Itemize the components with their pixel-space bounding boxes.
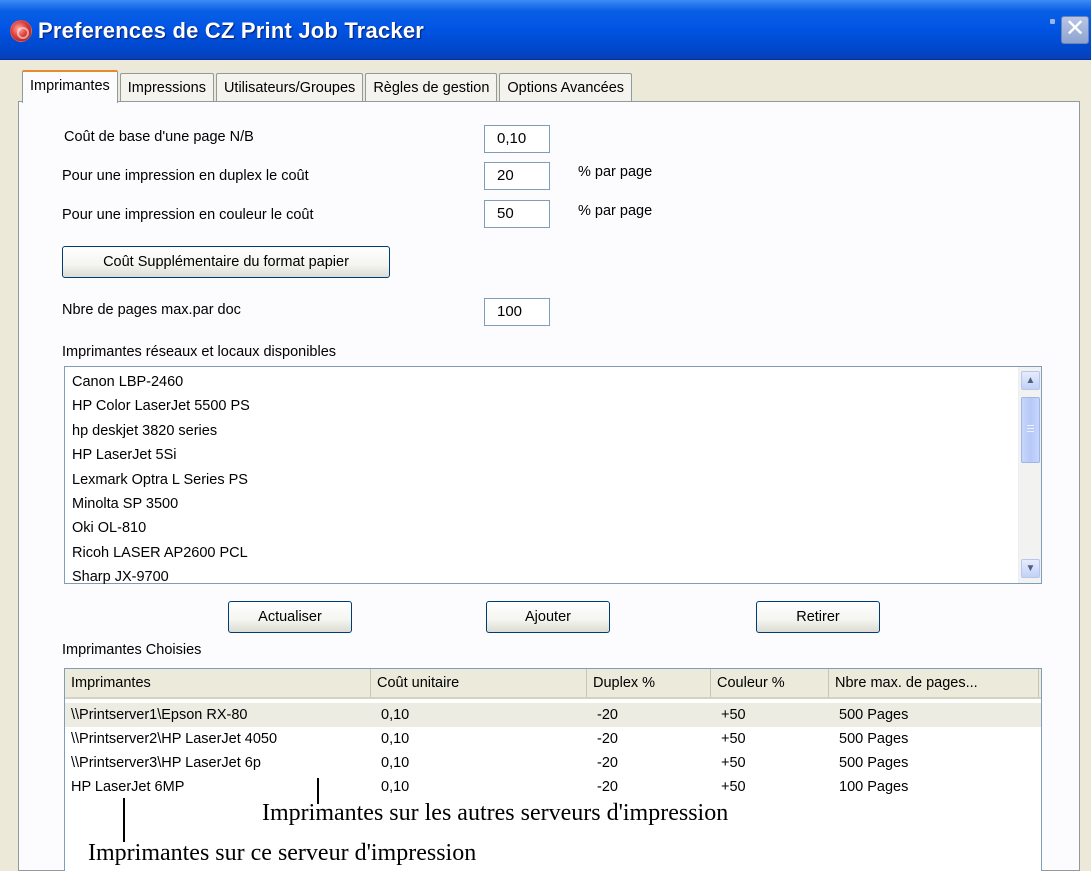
table-row[interactable]: HP LaserJet 6MP 0,10 -20 +50 100 Pages: [65, 775, 1041, 799]
available-printers-list[interactable]: Canon LBP-2460 HP Color LaserJet 5500 PS…: [64, 366, 1042, 585]
duplex-cost-field[interactable]: 20: [484, 162, 550, 190]
color-unit-label: % par page: [578, 203, 653, 219]
duplex-unit-label: % par page: [578, 164, 653, 180]
list-item[interactable]: Minolta SP 3500: [72, 492, 1041, 516]
cell-color: +50: [721, 707, 746, 723]
table-header: Imprimantes Coût unitaire Duplex % Coule…: [65, 669, 1041, 699]
scroll-down-icon[interactable]: ▼: [1021, 559, 1040, 578]
list-item[interactable]: Lexmark Optra L Series PS: [72, 468, 1041, 492]
base-cost-field[interactable]: 0,10: [484, 125, 550, 153]
annotation-other-servers: Imprimantes sur les autres serveurs d'im…: [262, 800, 729, 826]
duplex-cost-label: Pour une impression en duplex le coût: [62, 168, 309, 184]
annotation-this-server: Imprimantes sur ce serveur d'impression: [88, 840, 477, 866]
cell-color: +50: [721, 755, 746, 771]
cell-printer: HP LaserJet 6MP: [71, 779, 185, 795]
tab-utilisateurs-groupes[interactable]: Utilisateurs/Groupes: [215, 73, 364, 103]
table-row[interactable]: \\Printserver3\HP LaserJet 6p 0,10 -20 +…: [65, 751, 1041, 775]
list-item[interactable]: HP Color LaserJet 5500 PS: [72, 394, 1041, 418]
cell-duplex: -20: [597, 731, 618, 747]
scroll-up-icon[interactable]: ▲: [1021, 371, 1040, 390]
cell-printer: \\Printserver1\Epson RX-80: [71, 707, 248, 723]
list-item[interactable]: Sharp JX-9700: [72, 565, 1041, 589]
app-icon: [10, 20, 32, 42]
window-title: Preferences de CZ Print Job Tracker: [38, 18, 425, 43]
cell-max-pages: 500 Pages: [839, 755, 909, 771]
cell-duplex: -20: [597, 707, 618, 723]
refresh-button[interactable]: Actualiser: [228, 601, 352, 633]
column-header-max-pages[interactable]: Nbre max. de pages...: [829, 669, 1039, 697]
cell-unit-cost: 0,10: [381, 731, 410, 747]
table-row[interactable]: \\Printserver1\Epson RX-80 0,10 -20 +50 …: [65, 703, 1041, 727]
vertical-scrollbar[interactable]: ▲ ▼: [1018, 367, 1041, 583]
column-header-duplex[interactable]: Duplex %: [587, 669, 711, 697]
annotation-pointer-line: [123, 798, 125, 842]
max-pages-label: Nbre de pages max.par doc: [62, 302, 241, 318]
cell-unit-cost: 0,10: [381, 779, 410, 795]
title-bar-dot: [1050, 19, 1055, 24]
cell-color: +50: [721, 779, 746, 795]
list-item[interactable]: Canon LBP-2460: [72, 370, 1041, 394]
tab-imprimantes[interactable]: Imprimantes: [22, 70, 118, 103]
available-printers-label: Imprimantes réseaux et locaux disponible…: [62, 344, 337, 360]
column-header-unit-cost[interactable]: Coût unitaire: [371, 669, 587, 697]
scrollbar-thumb[interactable]: [1021, 397, 1040, 463]
cell-color: +50: [721, 731, 746, 747]
add-button[interactable]: Ajouter: [486, 601, 610, 633]
column-header-printers[interactable]: Imprimantes: [65, 669, 371, 697]
column-header-color[interactable]: Couleur %: [711, 669, 829, 697]
cell-printer: \\Printserver2\HP LaserJet 4050: [71, 731, 278, 747]
close-icon[interactable]: ✕: [1061, 16, 1089, 44]
paper-format-cost-button[interactable]: Coût Supplémentaire du format papier: [62, 246, 390, 278]
tab-impressions[interactable]: Impressions: [119, 73, 214, 103]
remove-button[interactable]: Retirer: [756, 601, 880, 633]
max-pages-field[interactable]: 100: [484, 298, 550, 326]
title-bar[interactable]: Preferences de CZ Print Job Tracker ✕: [0, 0, 1091, 60]
tab-options-avancees[interactable]: Options Avancées: [499, 73, 633, 103]
color-cost-label: Pour une impression en couleur le coût: [62, 207, 314, 223]
chosen-printers-label: Imprimantes Choisies: [62, 642, 202, 658]
table-row[interactable]: \\Printserver2\HP LaserJet 4050 0,10 -20…: [65, 727, 1041, 751]
tab-regles-de-gestion[interactable]: Règles de gestion: [365, 73, 498, 103]
cell-duplex: -20: [597, 755, 618, 771]
color-cost-field[interactable]: 50: [484, 200, 550, 228]
cell-max-pages: 500 Pages: [839, 707, 909, 723]
cell-unit-cost: 0,10: [381, 707, 410, 723]
base-cost-label: Coût de base d'une page N/B: [64, 129, 254, 145]
list-item[interactable]: Ricoh LASER AP2600 PCL: [72, 541, 1041, 565]
cell-max-pages: 500 Pages: [839, 731, 909, 747]
list-item[interactable]: HP LaserJet 5Si: [72, 443, 1041, 467]
list-item[interactable]: hp deskjet 3820 series: [72, 419, 1041, 443]
cell-max-pages: 100 Pages: [839, 779, 909, 795]
cell-printer: \\Printserver3\HP LaserJet 6p: [71, 755, 261, 771]
cell-unit-cost: 0,10: [381, 755, 410, 771]
list-item[interactable]: Oki OL-810: [72, 516, 1041, 540]
tab-strip: Imprimantes Impressions Utilisateurs/Gro…: [22, 70, 634, 103]
cell-duplex: -20: [597, 779, 618, 795]
